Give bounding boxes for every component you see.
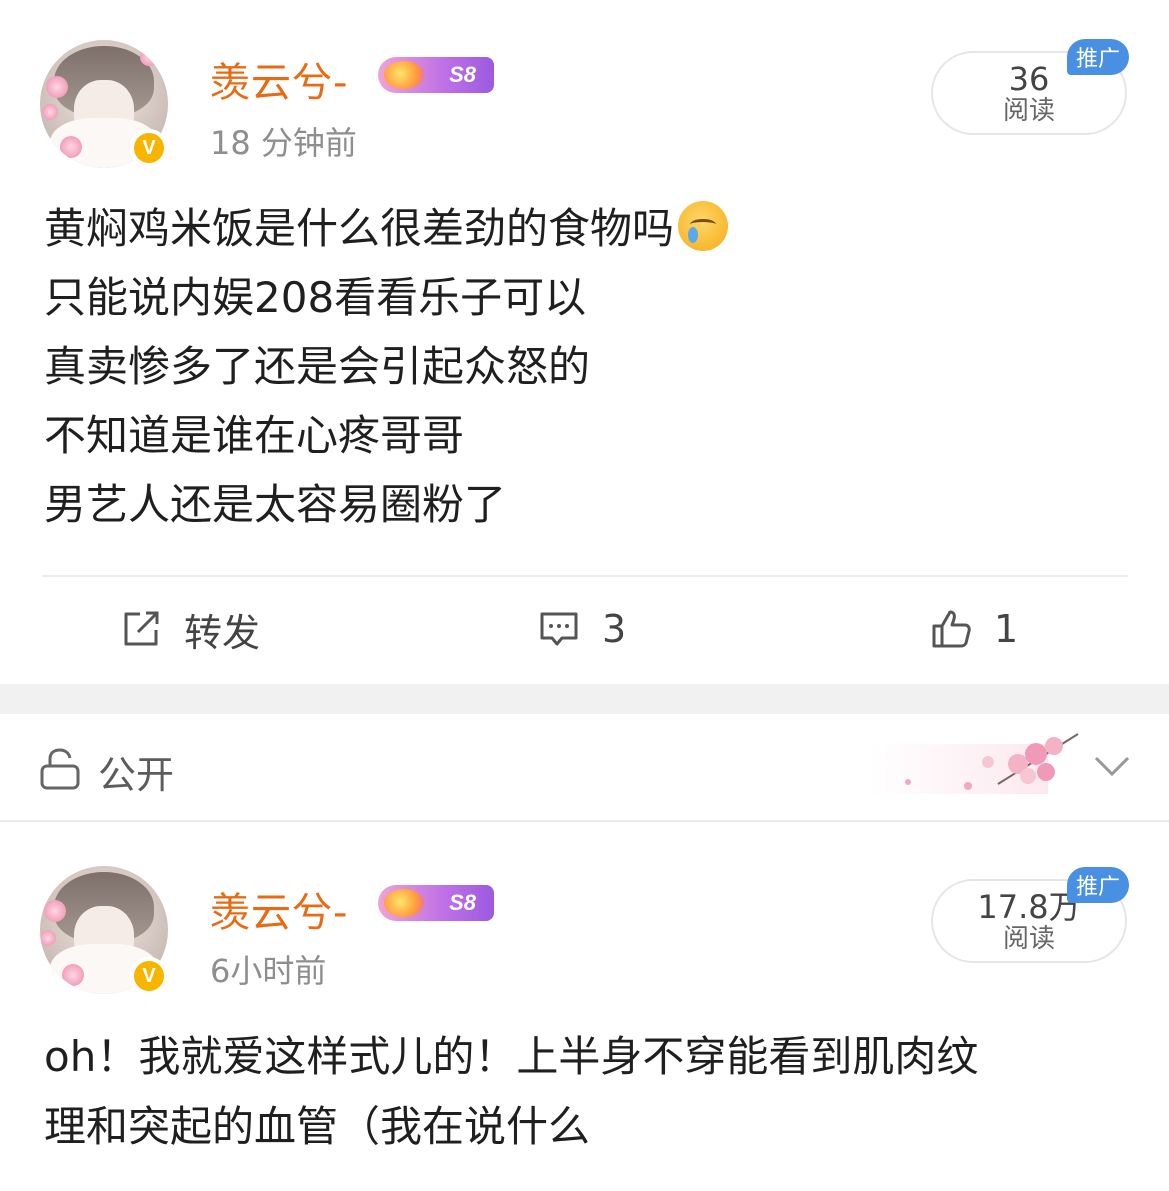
read-label: 阅读 [1002, 924, 1055, 954]
read-label: 阅读 [1002, 96, 1055, 126]
cherry-blossom-decoration [868, 733, 1079, 794]
action-bar: 转发 3 1 [0, 578, 1169, 684]
post-line: 不知道是谁在心疼哥哥 [44, 411, 465, 460]
username[interactable]: 羡云兮- [210, 880, 348, 938]
repost-icon [124, 611, 159, 646]
level-badge[interactable]: S8 [378, 885, 494, 921]
like-button[interactable]: 1 [930, 604, 1018, 654]
post-line: 男艺人还是太容易圈粉了 [44, 480, 507, 529]
verified-v-icon: V [130, 957, 168, 995]
post-content[interactable]: 黄焖鸡米饭是什么很差劲的食物吗 只能说内娱208看看乐子可以 真卖惨多了还是会引… [44, 194, 1134, 539]
comment-count: 3 [602, 607, 627, 651]
comment-icon [540, 612, 578, 646]
blossom-decoration [44, 900, 66, 922]
read-count-pill[interactable]: 17.8万 阅读 推广 [931, 867, 1129, 963]
thumbs-up-icon [932, 610, 971, 648]
chevron-down-icon[interactable] [1092, 750, 1132, 780]
promo-tag: 推广 [1067, 39, 1129, 75]
comment-button[interactable]: 3 [538, 604, 626, 654]
visibility-bar[interactable]: 公开 [0, 714, 1169, 822]
weibo-feed: V 羡云兮- S8 18 分钟前 36 阅读 推广 黄焖鸡米饭是什么很差劲的食物… [0, 0, 1169, 1191]
post-content[interactable]: oh！我就爱这样式儿的！上半身不穿能看到肌肉纹 理和突起的血管（我在说什么 [44, 1022, 1134, 1162]
unlock-icon [40, 748, 80, 790]
post-line: 真卖惨多了还是会引起众怒的 [44, 342, 591, 391]
post-line: 黄焖鸡米饭是什么很差劲的食物吗 [44, 194, 1134, 263]
username[interactable]: 羡云兮- [210, 50, 348, 108]
blossom-decoration [140, 48, 158, 66]
divider [42, 575, 1128, 577]
level-badge[interactable]: S8 [378, 57, 494, 93]
like-count: 1 [994, 607, 1019, 651]
post-line: 只能说内娱208看看乐子可以 [44, 273, 587, 322]
blossom-decoration [60, 136, 82, 158]
blossom-decoration [62, 964, 84, 986]
repost-button[interactable]: 转发 [120, 604, 261, 655]
verified-v-icon: V [130, 129, 168, 167]
blossom-decoration [42, 104, 58, 120]
crying-face-emoji [678, 201, 729, 251]
blossom-decoration [40, 930, 56, 946]
post-card[interactable]: V 羡云兮- S8 6小时前 17.8万 阅读 推广 oh！我就爱这样式儿的！上… [0, 822, 1169, 1191]
level-badge-label: S8 [449, 890, 476, 915]
visibility-label: 公开 [98, 753, 175, 797]
promo-tag: 推广 [1067, 867, 1129, 903]
snail-icon [384, 889, 424, 917]
post-card[interactable]: V 羡云兮- S8 18 分钟前 36 阅读 推广 黄焖鸡米饭是什么很差劲的食物… [0, 0, 1169, 684]
blossom-decoration [46, 76, 68, 98]
level-badge-label: S8 [449, 62, 476, 87]
post-time: 6小时前 [210, 952, 327, 990]
post-line: oh！我就爱这样式儿的！上半身不穿能看到肌肉纹 [44, 1032, 979, 1081]
read-count-pill[interactable]: 36 阅读 推广 [931, 39, 1129, 135]
section-gap [0, 684, 1169, 714]
repost-label: 转发 [184, 610, 261, 655]
post-time: 18 分钟前 [210, 124, 357, 162]
snail-icon [384, 61, 424, 89]
post-line: 理和突起的血管（我在说什么 [44, 1102, 591, 1151]
